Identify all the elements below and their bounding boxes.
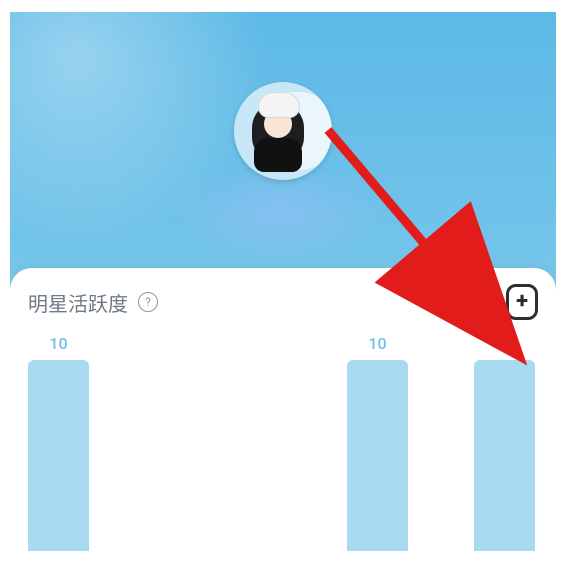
activity-bar-chart: 10 10 10	[28, 340, 538, 551]
chart-bar-label: 10	[49, 334, 67, 353]
add-button[interactable]: +	[506, 286, 538, 318]
activity-card: 明星活跃度 ? + 10 10 10	[10, 268, 556, 551]
chart-bar[interactable]: 10	[347, 360, 408, 551]
chart-bar[interactable]: 10	[474, 360, 535, 551]
avatar-button[interactable]	[234, 82, 332, 180]
plus-icon: +	[506, 284, 538, 320]
help-icon[interactable]: ?	[138, 292, 158, 312]
chart-bar-label: 10	[495, 334, 513, 353]
card-header: 明星活跃度 ? +	[28, 286, 538, 318]
filter-sort-icon[interactable]	[464, 286, 496, 318]
avatar-icon	[234, 82, 332, 180]
card-title: 明星活跃度	[28, 288, 128, 317]
chart-bar[interactable]: 10	[28, 360, 89, 551]
chart-bar-label: 10	[368, 334, 386, 353]
